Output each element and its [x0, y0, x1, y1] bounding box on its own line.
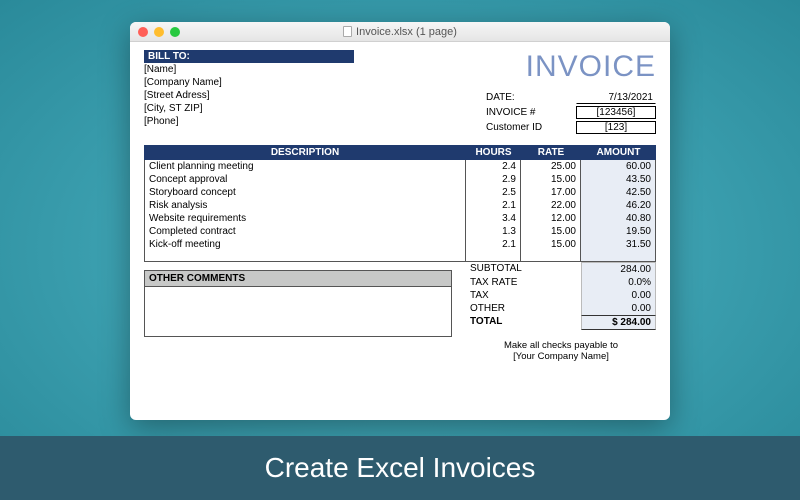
- subtotal-value: 284.00: [581, 262, 656, 276]
- banner-text: Create Excel Invoices: [265, 452, 536, 484]
- col-hours: HOURS: [466, 145, 521, 160]
- app-window: Invoice.xlsx (1 page) BILL TO: [Name] [C…: [130, 22, 670, 420]
- close-icon[interactable]: [138, 27, 148, 37]
- cell-description[interactable]: Kick-off meeting: [144, 238, 466, 251]
- totals-block: SUBTOTAL 284.00 TAX RATE 0.0% TAX 0.00 O…: [466, 262, 656, 362]
- cell-description[interactable]: Storyboard concept: [144, 186, 466, 199]
- document-icon: [343, 26, 352, 37]
- other-value[interactable]: 0.00: [581, 302, 656, 315]
- comments-header: OTHER COMMENTS: [144, 270, 452, 287]
- cell-amount: 31.50: [581, 238, 656, 251]
- invoice-meta: DATE: 7/13/2021 INVOICE # [123456] Custo…: [486, 90, 656, 135]
- marketing-banner: Create Excel Invoices: [0, 436, 800, 500]
- bill-to-header: BILL TO:: [144, 50, 354, 63]
- invoice-page: BILL TO: [Name] [Company Name] [Street A…: [130, 42, 670, 420]
- bill-to-phone[interactable]: [Phone]: [144, 115, 354, 128]
- cell-rate[interactable]: 15.00: [521, 173, 581, 186]
- bill-to-name[interactable]: [Name]: [144, 63, 354, 76]
- line-items-table: DESCRIPTION HOURS RATE AMOUNT Client pla…: [144, 145, 656, 262]
- cell-amount: 46.20: [581, 199, 656, 212]
- cell-rate[interactable]: 15.00: [521, 238, 581, 251]
- tax-value: 0.00: [581, 289, 656, 302]
- customer-id-value[interactable]: [123]: [576, 121, 656, 134]
- total-value: $ 284.00: [581, 315, 656, 330]
- cell-rate[interactable]: 17.00: [521, 186, 581, 199]
- taxrate-label: TAX RATE: [466, 276, 581, 289]
- cell-hours[interactable]: 2.9: [466, 173, 521, 186]
- col-description: DESCRIPTION: [144, 145, 466, 160]
- cell-description[interactable]: Client planning meeting: [144, 160, 466, 173]
- cell-hours[interactable]: 1.3: [466, 225, 521, 238]
- subtotal-label: SUBTOTAL: [466, 262, 581, 276]
- payable-line1: Make all checks payable to: [466, 340, 656, 351]
- titlebar[interactable]: Invoice.xlsx (1 page): [130, 22, 670, 42]
- invoice-title: INVOICE: [486, 50, 656, 84]
- date-label: DATE:: [486, 92, 566, 103]
- bill-to-block: BILL TO: [Name] [Company Name] [Street A…: [144, 50, 354, 135]
- cell-hours[interactable]: 3.4: [466, 212, 521, 225]
- cell-rate[interactable]: 22.00: [521, 199, 581, 212]
- cell-hours[interactable]: 2.1: [466, 199, 521, 212]
- cell-description[interactable]: Website requirements: [144, 212, 466, 225]
- cell-description[interactable]: Completed contract: [144, 225, 466, 238]
- cell-hours[interactable]: 2.5: [466, 186, 521, 199]
- cell-description[interactable]: Risk analysis: [144, 199, 466, 212]
- cell-amount: 43.50: [581, 173, 656, 186]
- invoice-no-value[interactable]: [123456]: [576, 106, 656, 119]
- window-title: Invoice.xlsx (1 page): [356, 26, 457, 38]
- cell-hours[interactable]: 2.4: [466, 160, 521, 173]
- total-label: TOTAL: [466, 315, 581, 330]
- cell-rate[interactable]: 12.00: [521, 212, 581, 225]
- cell-amount: 42.50: [581, 186, 656, 199]
- customer-id-label: Customer ID: [486, 122, 566, 133]
- comments-block: OTHER COMMENTS: [144, 270, 452, 362]
- taxrate-value[interactable]: 0.0%: [581, 276, 656, 289]
- cell-hours[interactable]: 2.1: [466, 238, 521, 251]
- cell-amount: 19.50: [581, 225, 656, 238]
- cell-description[interactable]: [144, 259, 466, 262]
- col-amount: AMOUNT: [581, 145, 656, 160]
- invoice-no-label: INVOICE #: [486, 107, 566, 118]
- bill-to-street[interactable]: [Street Adress]: [144, 89, 354, 102]
- payable-line2: [Your Company Name]: [466, 351, 656, 362]
- bill-to-company[interactable]: [Company Name]: [144, 76, 354, 89]
- cell-amount: 40.80: [581, 212, 656, 225]
- cell-amount: 60.00: [581, 160, 656, 173]
- zoom-icon[interactable]: [170, 27, 180, 37]
- cell-rate[interactable]: 15.00: [521, 225, 581, 238]
- other-label: OTHER: [466, 302, 581, 315]
- col-rate: RATE: [521, 145, 581, 160]
- cell-rate[interactable]: 25.00: [521, 160, 581, 173]
- cell-description[interactable]: Concept approval: [144, 173, 466, 186]
- minimize-icon[interactable]: [154, 27, 164, 37]
- tax-label: TAX: [466, 289, 581, 302]
- date-value[interactable]: 7/13/2021: [576, 91, 656, 104]
- comments-body[interactable]: [144, 287, 452, 337]
- bill-to-city[interactable]: [City, ST ZIP]: [144, 102, 354, 115]
